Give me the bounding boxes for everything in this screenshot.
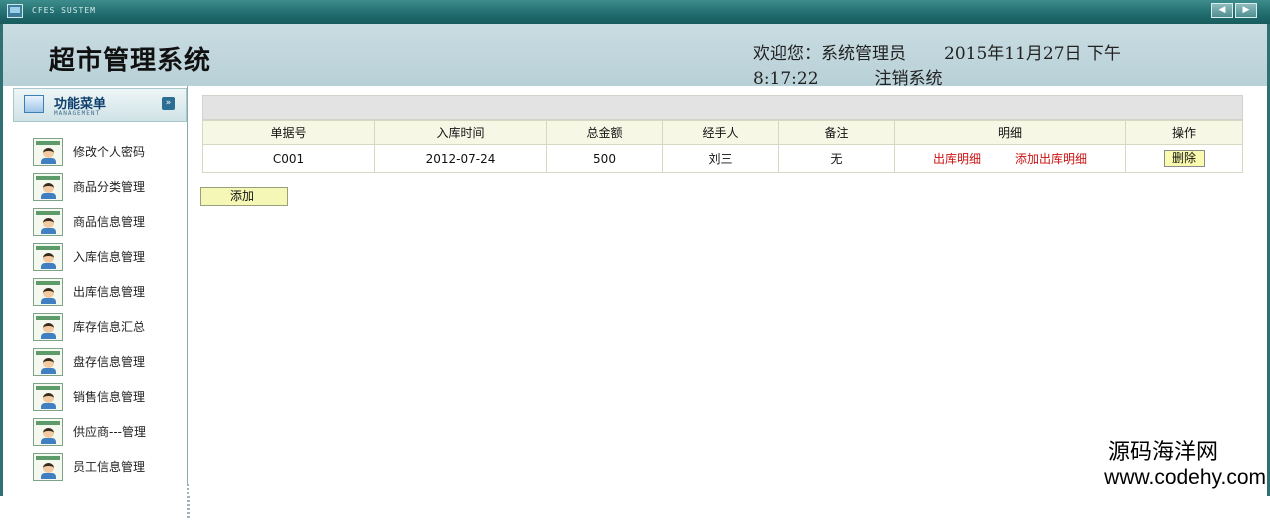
app-icon: [7, 4, 23, 18]
sidebar-item-sales[interactable]: 销售信息管理: [33, 379, 183, 414]
column-header: 经手人: [662, 120, 779, 145]
column-header: 总金额: [546, 120, 663, 145]
sidebar-item-label: 销售信息管理: [73, 390, 146, 404]
sidebar-item-label: 修改个人密码: [73, 145, 146, 159]
menu-book-icon: [24, 95, 44, 113]
cell-remark: 无: [778, 144, 895, 173]
add-stock-out-detail-link[interactable]: 添加出库明细: [1015, 152, 1087, 166]
stock-out-detail-link[interactable]: 出库明细: [933, 152, 981, 166]
user-card-icon: [33, 452, 63, 481]
welcome-line: 欢迎您：系统管理员 2015年11月27日 下午: [753, 39, 1121, 64]
column-header: 明细: [894, 120, 1126, 145]
user-card-icon: [33, 242, 63, 271]
delete-button[interactable]: 删除: [1163, 150, 1205, 167]
sidebar-item-change-password[interactable]: 修改个人密码: [33, 134, 183, 169]
sidebar-item-label: 商品分类管理: [73, 180, 146, 194]
collapse-icon[interactable]: »: [162, 97, 175, 110]
sidebar-item-stock-out[interactable]: 出库信息管理: [33, 274, 183, 309]
window-title: CFES SUSTEM: [32, 6, 96, 15]
user-card-icon: [33, 172, 63, 201]
user-card-icon: [33, 382, 63, 411]
column-header: 入库时间: [374, 120, 547, 145]
watermark-name: 源码海洋网: [1107, 440, 1218, 465]
main-content: 单据号 入库时间 总金额 经手人 备注 明细 操作 C001 2012-07-2…: [189, 86, 1270, 496]
sidebar-item-label: 出库信息管理: [73, 285, 146, 299]
cell-actions: 删除: [1125, 144, 1243, 173]
user-card-icon: [33, 207, 63, 236]
table-header-row: 单据号 入库时间 总金额 经手人 备注 明细 操作: [202, 120, 1243, 145]
cell-date: 2012-07-24: [374, 144, 547, 173]
cell-amount: 500: [546, 144, 663, 173]
sidebar: 功能菜单 MANAGEMENT » 修改个人密码 商品分类管理 商品信息管理 入…: [0, 86, 190, 520]
sidebar-item-employee[interactable]: 员工信息管理: [33, 449, 183, 484]
sidebar-item-supplier[interactable]: 供应商---管理: [33, 414, 183, 449]
nav-forward-button[interactable]: ▶: [1235, 3, 1257, 18]
menu-header: 功能菜单 MANAGEMENT »: [13, 88, 187, 122]
system-title: 超市管理系统: [49, 46, 212, 76]
column-header: 备注: [778, 120, 895, 145]
current-date: 2015年11月27日 下午: [944, 44, 1121, 64]
menu-list: 修改个人密码 商品分类管理 商品信息管理 入库信息管理 出库信息管理 库存信息汇…: [33, 134, 183, 484]
add-button[interactable]: 添加: [200, 187, 288, 206]
user-card-icon: [33, 347, 63, 376]
nav-back-button[interactable]: ◀: [1211, 3, 1233, 18]
cell-detail: 出库明细 添加出库明细: [894, 144, 1126, 173]
welcome-user: 欢迎您：系统管理员: [753, 44, 906, 64]
sidebar-item-category[interactable]: 商品分类管理: [33, 169, 183, 204]
stock-table: 单据号 入库时间 总金额 经手人 备注 明细 操作 C001 2012-07-2…: [202, 120, 1243, 173]
watermark: 源码海洋网 www.codehy.com: [1104, 440, 1266, 490]
arrow-left-icon: ◀: [1218, 5, 1226, 15]
watermark-url: www.codehy.com: [1104, 466, 1266, 489]
table-toolbar: [202, 95, 1243, 120]
sidebar-item-label: 盘存信息管理: [73, 355, 146, 369]
user-card-icon: [33, 417, 63, 446]
column-header: 单据号: [202, 120, 375, 145]
sidebar-item-inventory-summary[interactable]: 库存信息汇总: [33, 309, 183, 344]
sidebar-item-label: 供应商---管理: [73, 425, 146, 439]
sidebar-item-stocktaking[interactable]: 盘存信息管理: [33, 344, 183, 379]
table-row: C001 2012-07-24 500 刘三 无 出库明细 添加出库明细 删除: [202, 144, 1243, 173]
sidebar-item-label: 入库信息管理: [73, 250, 146, 264]
column-header: 操作: [1125, 120, 1243, 145]
sidebar-item-label: 商品信息管理: [73, 215, 146, 229]
sidebar-item-label: 库存信息汇总: [73, 320, 146, 334]
arrow-right-icon: ▶: [1242, 5, 1250, 15]
window-titlebar: CFES SUSTEM ◀ ▶: [0, 0, 1270, 24]
menu-subtitle: MANAGEMENT: [54, 110, 101, 117]
user-card-icon: [33, 312, 63, 341]
sidebar-item-product[interactable]: 商品信息管理: [33, 204, 183, 239]
user-card-icon: [33, 137, 63, 166]
page-header: 超市管理系统 欢迎您：系统管理员 2015年11月27日 下午 8:17:22 注销…: [0, 24, 1270, 89]
cell-id: C001: [202, 144, 375, 173]
sidebar-item-stock-in[interactable]: 入库信息管理: [33, 239, 183, 274]
sidebar-item-label: 员工信息管理: [73, 460, 146, 474]
cell-handler: 刘三: [662, 144, 779, 173]
user-card-icon: [33, 277, 63, 306]
